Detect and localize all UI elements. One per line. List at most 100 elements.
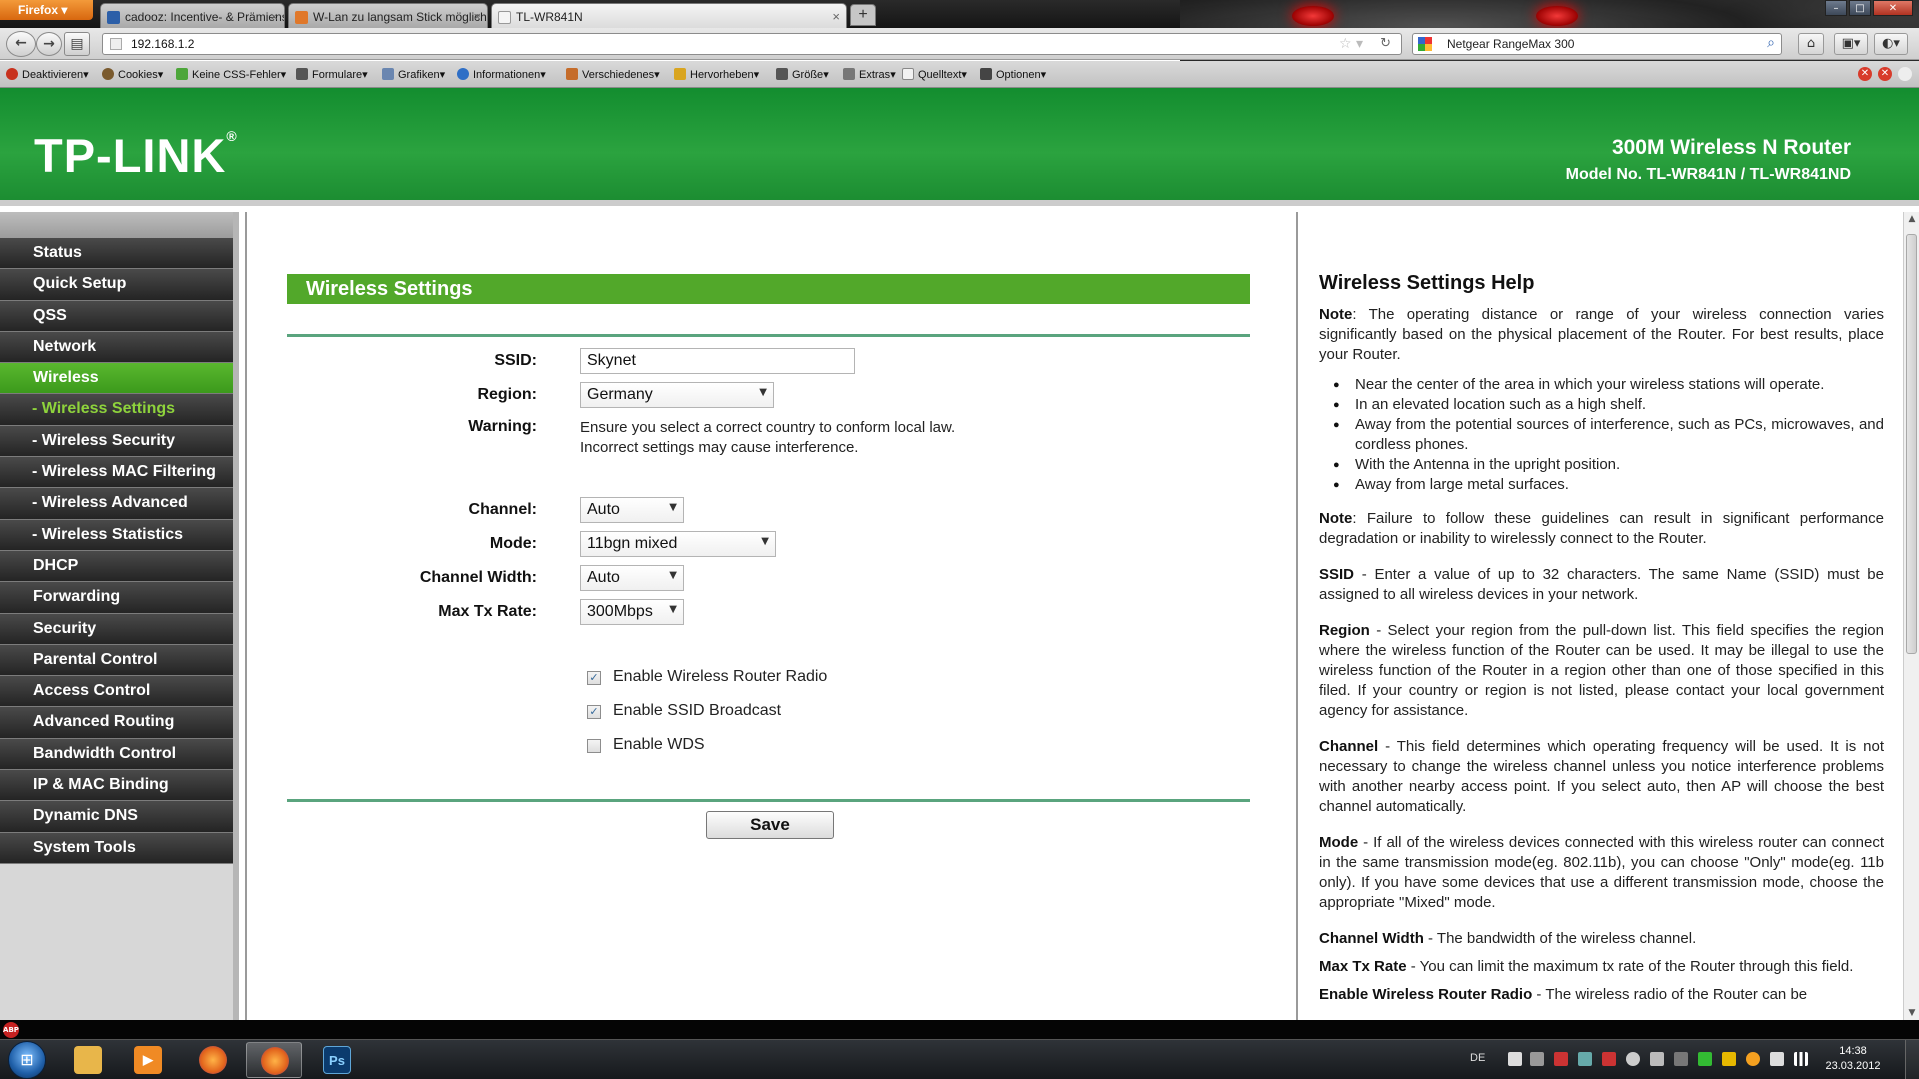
scroll-down-icon[interactable]: ▼ xyxy=(1904,1008,1919,1018)
tray-sync-icon[interactable] xyxy=(1578,1052,1592,1066)
sidebar-item-advanced-routing[interactable]: Advanced Routing xyxy=(0,707,233,739)
sidebar-item-security[interactable]: Security xyxy=(0,613,233,645)
tab-wlan-forum[interactable]: W-Lan zu langsam Stick möglicherwe... × xyxy=(288,3,488,28)
adblock-icon[interactable]: ABP xyxy=(3,1022,19,1038)
sidebar-item-network[interactable]: Network xyxy=(0,331,233,364)
tab-cadooz[interactable]: cadooz: Incentive- & Prämiensysteme ... … xyxy=(100,3,285,28)
warning-label-wrap: Warning: xyxy=(247,418,537,442)
enable-radio-checkbox[interactable]: ✓ xyxy=(587,671,601,685)
tray-user-icon[interactable] xyxy=(1722,1052,1736,1066)
sidebar-item-wireless-advanced[interactable]: - Wireless Advanced xyxy=(0,488,233,520)
sidebar-item-parental-control[interactable]: Parental Control xyxy=(0,644,233,677)
sidebar-item-access-control[interactable]: Access Control xyxy=(0,676,233,708)
sidebar-item-wireless-statistics[interactable]: - Wireless Statistics xyxy=(0,519,233,551)
sidebar-item-bandwidth-control[interactable]: Bandwidth Control xyxy=(0,738,233,771)
close-window-button[interactable]: ✕ xyxy=(1873,0,1913,16)
sidebar-item-quick-setup[interactable]: Quick Setup xyxy=(0,269,233,301)
signal-icon[interactable] xyxy=(1794,1052,1808,1066)
taskbar-app-media-player[interactable]: ▶ xyxy=(120,1042,176,1078)
dev-item-cookies[interactable]: Cookies▾ xyxy=(102,68,163,81)
dev-item-images[interactable]: Grafiken▾ xyxy=(382,68,445,81)
sidebar-item-wireless-settings[interactable]: - Wireless Settings xyxy=(0,394,233,426)
region-select[interactable]: Germany ▼ xyxy=(580,382,774,408)
flag-icon[interactable] xyxy=(1770,1052,1784,1066)
maximize-button[interactable]: □ xyxy=(1849,0,1871,16)
ssid-input[interactable]: Skynet xyxy=(580,348,855,374)
sidebar-item-dynamic-dns[interactable]: Dynamic DNS xyxy=(0,801,233,833)
taskbar-app-photoshop[interactable]: Ps xyxy=(309,1042,365,1078)
screen: Firefox ▾ cadooz: Incentive- & Prämiensy… xyxy=(0,0,1919,1079)
enable-wds-checkbox[interactable] xyxy=(587,739,601,753)
show-desktop-button[interactable] xyxy=(1905,1040,1919,1079)
bookmarks-icon[interactable]: ▣▾ xyxy=(1834,33,1868,55)
bookmark-star-icon[interactable]: ☆ ▾ xyxy=(1339,36,1363,52)
dev-item-disable[interactable]: Deaktivieren▾ xyxy=(6,68,89,81)
tray-device-icon[interactable] xyxy=(1674,1052,1688,1066)
tray-update-icon[interactable] xyxy=(1626,1052,1640,1066)
tray-language[interactable]: DE xyxy=(1470,1052,1485,1064)
taskbar-app-firefox[interactable] xyxy=(185,1042,241,1078)
sidebar-item-ip-mac-binding[interactable]: IP & MAC Binding xyxy=(0,770,233,802)
volume-icon[interactable] xyxy=(1650,1052,1664,1066)
sidebar-item-wireless[interactable]: Wireless xyxy=(0,363,233,395)
search-bar[interactable]: Netgear RangeMax 300 ⌕ xyxy=(1412,33,1782,55)
scrollbar-thumb[interactable] xyxy=(1906,234,1917,654)
tab-close-icon[interactable]: × xyxy=(473,9,481,24)
sidebar-item-dhcp[interactable]: DHCP xyxy=(0,550,233,583)
search-icon[interactable]: ⌕ xyxy=(1767,35,1775,51)
sidebar-item-wireless-security[interactable]: - Wireless Security xyxy=(0,425,233,458)
mode-select[interactable]: 11bgn mixed ▼ xyxy=(580,531,776,557)
dev-item-label: Hervorheben xyxy=(690,69,754,81)
dev-item-tools[interactable]: Extras▾ xyxy=(843,68,896,81)
tab-tl-wr841n[interactable]: TL-WR841N × xyxy=(491,3,847,28)
new-tab-button[interactable]: + xyxy=(850,4,876,26)
reload-icon[interactable]: ↻ xyxy=(1380,36,1391,51)
channel-select[interactable]: Auto ▼ xyxy=(580,497,684,523)
sidebar-item-forwarding[interactable]: Forwarding xyxy=(0,582,233,614)
back-button[interactable]: ← xyxy=(6,31,36,57)
start-button[interactable]: ⊞ xyxy=(8,1041,46,1079)
dev-item-css[interactable]: Keine CSS-Fehler▾ xyxy=(176,68,286,81)
taskbar-app-firefox-active[interactable] xyxy=(246,1042,302,1078)
dev-item-forms[interactable]: Formulare▾ xyxy=(296,68,368,81)
home-icon[interactable]: ⌂ xyxy=(1798,33,1824,55)
media-player-icon: ▶ xyxy=(134,1046,162,1074)
tray-audio-icon[interactable] xyxy=(1602,1052,1616,1066)
save-button[interactable]: Save xyxy=(706,811,834,839)
dev-item-information[interactable]: Informationen▾ xyxy=(457,68,546,81)
dev-item-options[interactable]: Optionen▾ xyxy=(980,68,1046,81)
dev-error-icon[interactable]: ✕ xyxy=(1858,67,1872,81)
dev-item-misc[interactable]: Verschiedenes▾ xyxy=(566,68,660,81)
taskbar-app-explorer[interactable] xyxy=(60,1042,116,1078)
enable-ssid-broadcast-checkbox[interactable]: ✓ xyxy=(587,705,601,719)
help-text: - If all of the wireless devices connect… xyxy=(1319,834,1884,911)
tab-close-icon[interactable]: × xyxy=(270,9,278,24)
tray-app-icon[interactable] xyxy=(1530,1052,1544,1066)
sidebar-item-qss[interactable]: QSS xyxy=(0,300,233,332)
tray-security-icon[interactable] xyxy=(1554,1052,1568,1066)
dev-status-icon[interactable] xyxy=(1898,67,1912,81)
dev-item-outline[interactable]: Hervorheben▾ xyxy=(674,68,759,81)
max-tx-rate-select[interactable]: 300Mbps ▼ xyxy=(580,599,684,625)
dev-item-source[interactable]: Quelltext▾ xyxy=(902,68,967,81)
dev-item-resize[interactable]: Größe▾ xyxy=(776,68,829,81)
addon-icon[interactable]: ◐▾ xyxy=(1874,33,1908,55)
minimize-button[interactable]: – xyxy=(1825,0,1847,16)
forward-button[interactable]: → xyxy=(36,32,62,56)
sidebar-item-wireless-mac-filtering[interactable]: - Wireless MAC Filtering xyxy=(0,457,233,489)
taskbar-clock[interactable]: 14:38 23.03.2012 xyxy=(1818,1044,1888,1074)
tray-keyboard-icon[interactable] xyxy=(1508,1052,1522,1066)
firefox-menu-button[interactable]: Firefox ▾ xyxy=(0,0,93,20)
help-scrollbar[interactable]: ▲ ▼ xyxy=(1903,212,1919,1020)
url-bar[interactable]: 192.168.1.2 ☆ ▾ ↻ xyxy=(102,33,1402,55)
channel-width-select[interactable]: Auto ▼ xyxy=(580,565,684,591)
page-info-icon[interactable]: ▤ xyxy=(64,32,90,56)
sidebar-item-system-tools[interactable]: System Tools xyxy=(0,832,233,864)
scroll-up-icon[interactable]: ▲ xyxy=(1904,214,1919,224)
search-engine-icon[interactable] xyxy=(1418,37,1432,51)
sidebar-item-status[interactable]: Status xyxy=(0,238,233,270)
dev-close-icon[interactable]: ✕ xyxy=(1878,67,1892,81)
tray-alert-icon[interactable] xyxy=(1746,1052,1760,1066)
tray-network-icon[interactable] xyxy=(1698,1052,1712,1066)
tab-close-icon[interactable]: × xyxy=(832,9,840,24)
